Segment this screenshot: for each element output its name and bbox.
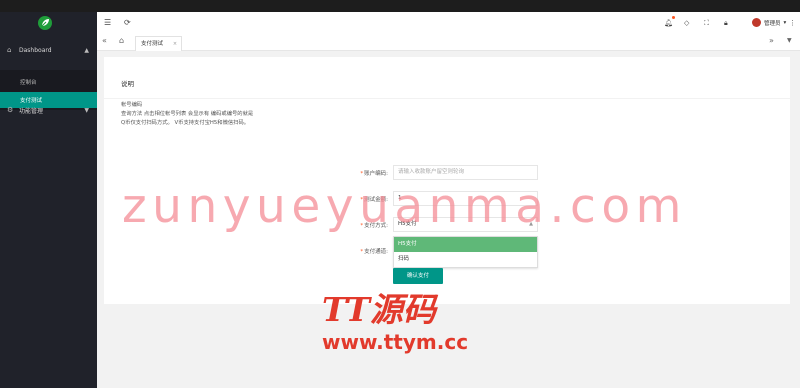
- sidebar-group-label: 功能管理: [19, 107, 44, 115]
- chevron-up-icon: ▲: [84, 46, 89, 54]
- desc-line: 查询方法 点击相位帐号列表 会显示有 编码或编号的就是: [121, 111, 254, 117]
- more-vertical-icon[interactable]: ⋮: [789, 17, 796, 29]
- sidebar-group-features[interactable]: ⚙ 功能管理 ▼: [0, 99, 97, 121]
- watermark-url: www.ttym.cc: [322, 330, 469, 354]
- option-scan[interactable]: 扫码: [394, 252, 537, 267]
- refresh-icon[interactable]: ⟳: [124, 17, 131, 29]
- account-label: *账户编码:: [360, 171, 388, 177]
- tab-payment-test[interactable]: 支付测试 ×: [135, 36, 183, 51]
- desc-line: Q币仅支付扫码方式。 V币支持支付宝H5和微信扫码。: [121, 120, 250, 126]
- bell-icon[interactable]: 🔔︎: [664, 16, 675, 29]
- home-icon: ⌂: [7, 46, 12, 54]
- admin-menu[interactable]: 管理员 ▾: [752, 18, 786, 27]
- avatar: [752, 18, 761, 27]
- tab-label: 支付测试: [141, 41, 164, 47]
- double-left-icon[interactable]: «: [102, 35, 107, 47]
- option-h5[interactable]: H5支付: [394, 237, 537, 252]
- top-strip: [0, 0, 800, 12]
- close-icon[interactable]: ×: [173, 37, 177, 51]
- sidebar-item-console[interactable]: 控制台: [0, 74, 97, 90]
- chevron-down-icon: ▼: [84, 106, 89, 114]
- account-input[interactable]: 请输入收款账户留空则轮询: [393, 165, 538, 180]
- caret-down-icon: ▾: [783, 19, 787, 26]
- sidebar-group-dashboard[interactable]: ⌂ Dashboard ▲: [0, 39, 97, 61]
- leaf-logo-icon[interactable]: [38, 16, 52, 30]
- lock-icon[interactable]: 🔒︎: [724, 17, 728, 29]
- channel-label: *支付通道:: [360, 249, 388, 255]
- tag-icon[interactable]: ◇: [684, 17, 689, 29]
- home-icon[interactable]: ⌂: [119, 35, 124, 47]
- tabs-bar: « ⌂ 支付测试 × » ▼: [97, 34, 800, 51]
- card-title: 说明: [121, 80, 134, 88]
- double-right-icon[interactable]: »: [769, 35, 774, 47]
- submit-button[interactable]: 确认支付: [393, 268, 443, 284]
- watermark-brand: TT源码: [322, 290, 436, 329]
- sidebar: ⌂ Dashboard ▲ 控制台 支付测试 ⚙ 功能管理 ▼: [0, 12, 97, 388]
- chevron-down-icon[interactable]: ▼: [787, 35, 792, 47]
- gear-icon: ⚙: [7, 106, 14, 114]
- hamburger-icon[interactable]: ☰: [104, 17, 111, 29]
- watermark-domain: zunyueyuanma.com: [122, 179, 687, 234]
- sidebar-group-label: Dashboard: [19, 46, 52, 54]
- fullscreen-icon[interactable]: ⛶: [704, 17, 709, 29]
- sidebar-item-label: 控制台: [20, 80, 37, 86]
- top-header: ☰ ⟳ 🔔︎ ◇ ⛶ 🔒︎ 管理员 ▾ ⋮: [97, 12, 800, 35]
- notification-dot: [671, 16, 675, 19]
- divider: [104, 98, 790, 99]
- admin-label: 管理员: [764, 20, 781, 27]
- desc-line: 帐号编码: [121, 102, 143, 108]
- method-dropdown: H5支付 扫码: [393, 236, 538, 268]
